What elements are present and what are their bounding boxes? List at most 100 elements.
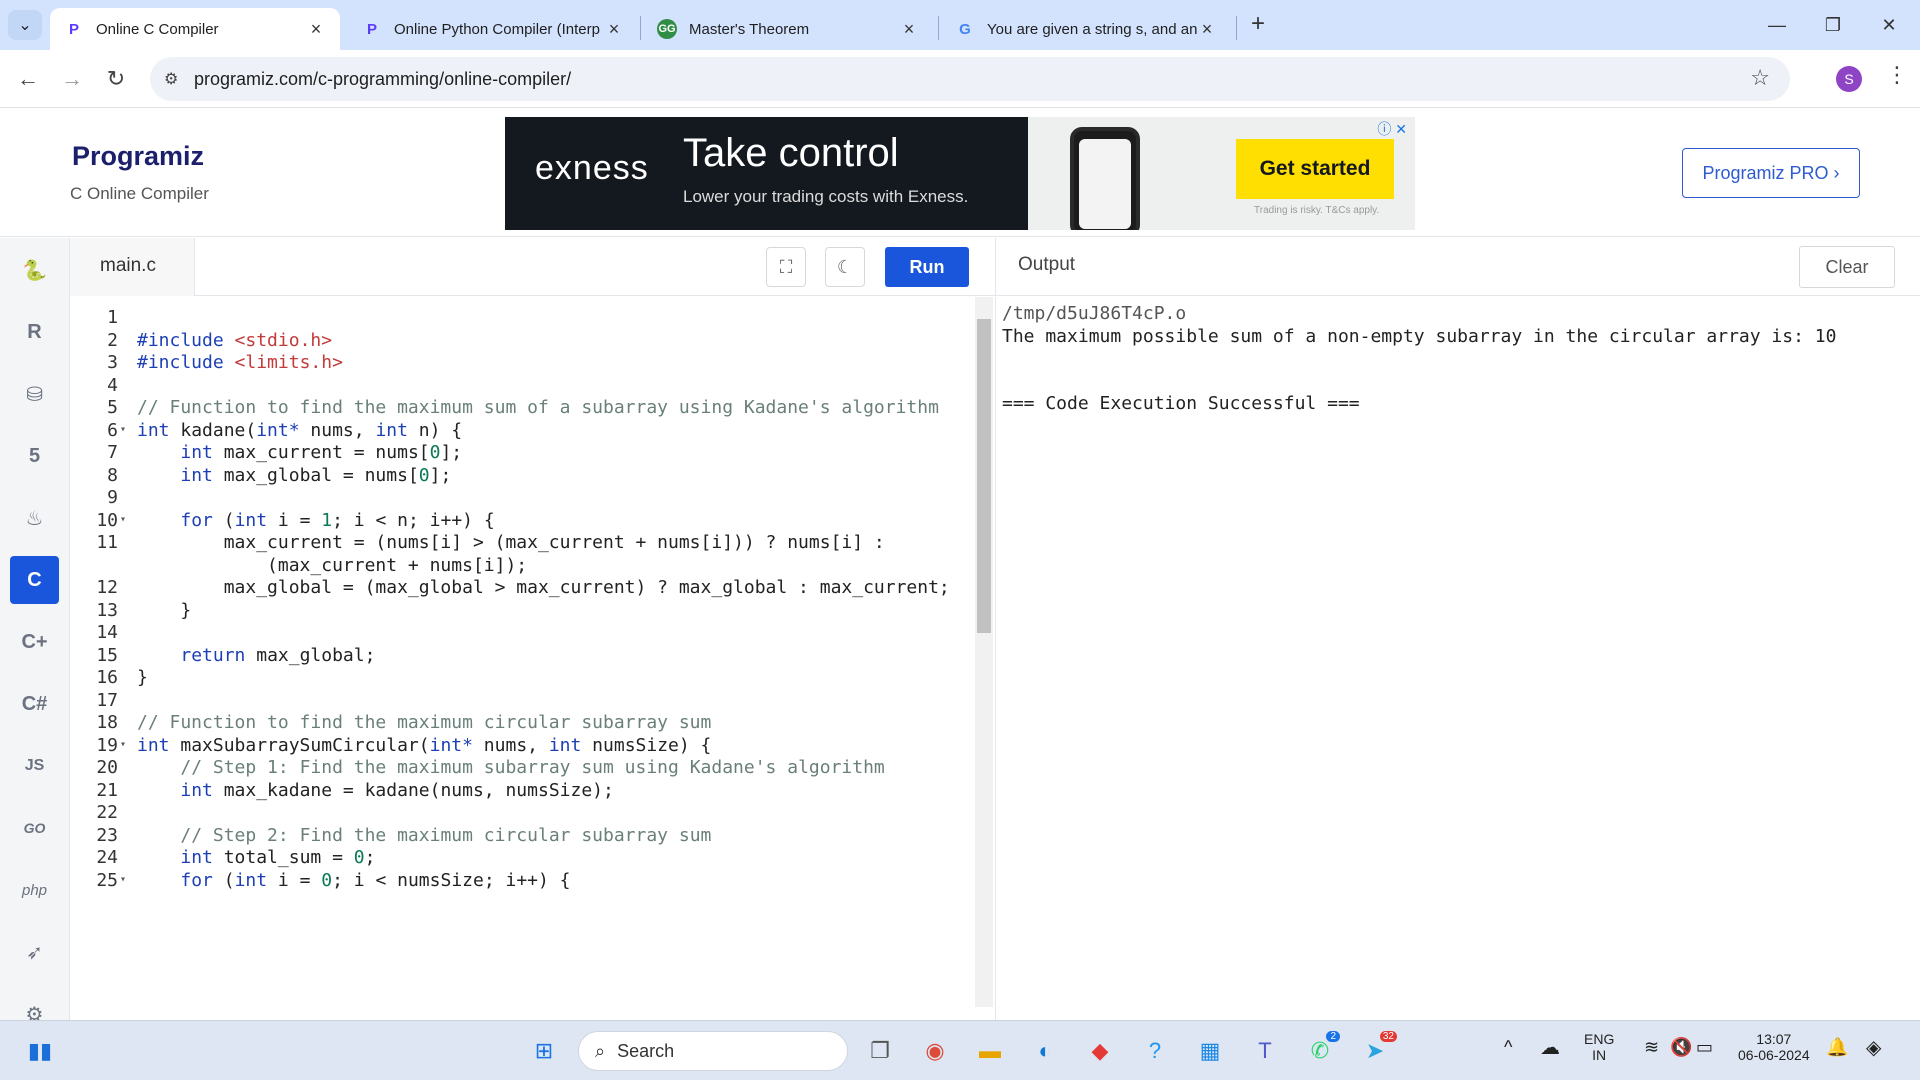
back-button[interactable]: ← — [12, 63, 44, 95]
c-icon[interactable]: C — [10, 556, 59, 604]
r-icon[interactable]: R — [10, 308, 59, 356]
close-tab-icon[interactable]: × — [306, 19, 326, 40]
anydesk-icon[interactable]: ◆ — [1080, 1031, 1120, 1071]
mute-icon[interactable]: 🔇 — [1670, 1037, 1692, 1058]
code-line[interactable]: for (int i = 0; i < numsSize; i++) { — [137, 870, 570, 891]
code-line[interactable]: for (int i = 1; i < n; i++) { — [137, 510, 494, 531]
code-line[interactable]: // Function to find the maximum sum of a… — [137, 397, 939, 418]
code-line[interactable]: int maxSubarraySumCircular(int* nums, in… — [137, 735, 711, 756]
code-line[interactable]: int kadane(int* nums, int n) { — [137, 420, 462, 441]
fold-arrow-icon[interactable]: ▾ — [120, 424, 126, 435]
url-text[interactable]: programiz.com/c-programming/online-compi… — [194, 69, 571, 90]
line-number: 24 — [96, 847, 118, 868]
scrollbar-thumb[interactable] — [977, 319, 991, 633]
code-line[interactable]: max_current = (nums[i] > (max_current + … — [137, 532, 885, 553]
profile-avatar[interactable]: S — [1836, 66, 1862, 92]
csharp-icon[interactable]: C# — [10, 680, 59, 728]
telegram-icon[interactable]: ➤ 32 — [1355, 1031, 1397, 1071]
copilot-icon[interactable]: ◈ — [1866, 1035, 1881, 1060]
ad-choices-icon[interactable]: ⓘ ✕ — [1377, 119, 1407, 139]
task-view-icon[interactable]: ❐ — [860, 1031, 900, 1071]
code-line[interactable]: } — [137, 667, 148, 688]
fullscreen-icon[interactable]: ⛶ — [766, 247, 806, 287]
cpp-icon[interactable]: C+ — [10, 618, 59, 666]
fold-arrow-icon[interactable]: ▾ — [120, 739, 126, 750]
onedrive-icon[interactable]: ☁ — [1540, 1035, 1560, 1060]
dark-mode-toggle-icon[interactable]: ☾ — [825, 247, 865, 287]
file-explorer-icon[interactable]: ▬ — [970, 1031, 1010, 1071]
code-line[interactable]: int max_current = nums[0]; — [137, 442, 462, 463]
browser-menu-icon[interactable]: ⋮ — [1886, 62, 1908, 88]
restore-button[interactable]: ❐ — [1808, 10, 1858, 40]
editor-header: main.c ⛶ ☾ Run — [70, 238, 995, 296]
run-button[interactable]: Run — [885, 247, 969, 287]
fold-arrow-icon[interactable]: ▾ — [120, 874, 126, 885]
new-tab-button[interactable]: + — [1244, 10, 1272, 40]
minimize-button[interactable]: — — [1752, 10, 1802, 40]
reload-button[interactable]: ↻ — [100, 63, 132, 95]
fold-arrow-icon[interactable]: ▾ — [120, 514, 126, 525]
language-indicator[interactable]: ENG IN — [1584, 1031, 1614, 1063]
tab-masters-theorem[interactable]: GG Master's Theorem × — [643, 8, 933, 50]
chrome-icon[interactable]: ◉ — [915, 1031, 955, 1071]
notification-bell-icon[interactable]: 🔔 — [1826, 1037, 1848, 1058]
code-line[interactable]: #include <limits.h> — [137, 352, 343, 373]
close-tab-icon[interactable]: × — [1197, 19, 1217, 40]
forward-button[interactable]: → — [56, 63, 88, 95]
python-icon[interactable]: 🐍 — [10, 246, 59, 294]
code-line[interactable]: // Step 2: Find the maximum circular sub… — [137, 825, 711, 846]
file-tab-main-c[interactable]: main.c — [70, 238, 195, 296]
tab-online-python-compiler[interactable]: P Online Python Compiler (Interp × — [348, 8, 638, 50]
code-editor[interactable]: 1 2 #include <stdio.h> 3 #include <limits.h>… — [70, 297, 995, 1020]
output-console[interactable]: /tmp/d5uJ86T4cP.o The maximum possible su… — [995, 297, 1920, 1020]
battery-icon[interactable]: ▭ — [1696, 1037, 1713, 1058]
close-tab-icon[interactable]: × — [604, 19, 624, 40]
code-line[interactable]: max_global = (max_global > max_current) … — [137, 577, 950, 598]
wifi-icon[interactable]: ≋ — [1644, 1037, 1659, 1058]
show-hidden-icons-icon[interactable]: ^ — [1504, 1037, 1512, 1058]
programiz-pro-button[interactable]: Programiz PRO › — [1682, 148, 1860, 198]
whatsapp-icon[interactable]: ✆ 2 — [1300, 1031, 1340, 1071]
php-icon[interactable]: php — [10, 866, 59, 914]
tab-online-c-compiler[interactable]: P Online C Compiler × — [50, 8, 340, 50]
edge-icon[interactable]: ◐ — [1025, 1031, 1065, 1071]
line-number: 3 — [107, 352, 118, 373]
close-window-button[interactable]: ✕ — [1864, 10, 1914, 40]
code-line[interactable]: } — [137, 600, 191, 621]
programiz-icon: P — [366, 20, 377, 38]
java-icon[interactable]: ♨ — [10, 494, 59, 542]
line-number: 18 — [96, 712, 118, 733]
address-bar[interactable]: ⚙ programiz.com/c-programming/online-com… — [150, 57, 1790, 101]
start-menu-icon[interactable]: ⊞ — [524, 1031, 564, 1071]
advertisement-banner[interactable]: exness Take control Lower your trading c… — [505, 117, 1415, 230]
code-line[interactable]: // Step 1: Find the maximum subarray sum… — [137, 757, 884, 778]
html-icon[interactable]: 5 — [10, 432, 59, 480]
code-line[interactable]: // Function to find the maximum circular… — [137, 712, 711, 733]
tab-google-search[interactable]: G You are given a string s, and an × — [941, 8, 1231, 50]
bookmark-star-icon[interactable]: ☆ — [1750, 65, 1770, 91]
site-info-icon[interactable]: ⚙ — [164, 69, 194, 89]
swift-icon[interactable]: ➶ — [10, 928, 59, 976]
widgets-icon[interactable]: ▮▮ — [20, 1031, 60, 1071]
programiz-logo[interactable]: Programiz — [72, 141, 204, 172]
editor-scrollbar[interactable] — [975, 297, 993, 1007]
js-icon[interactable]: JS — [10, 742, 59, 790]
go-icon[interactable]: GO — [10, 804, 59, 852]
code-line[interactable]: #include <stdio.h> — [137, 330, 332, 351]
code-line[interactable]: int max_kadane = kadane(nums, numsSize); — [137, 780, 613, 801]
code-line[interactable]: int total_sum = 0; — [137, 847, 375, 868]
clear-button[interactable]: Clear — [1799, 246, 1895, 288]
rust-icon[interactable]: ⚙ — [10, 990, 59, 1021]
help-icon[interactable]: ? — [1135, 1031, 1175, 1071]
clock[interactable]: 13:07 06-06-2024 — [1738, 1031, 1810, 1063]
taskbar-search[interactable]: ⌕ Search — [578, 1031, 848, 1071]
sql-icon[interactable]: ⛁ — [10, 370, 59, 418]
code-line[interactable]: return max_global; — [137, 645, 375, 666]
close-tab-icon[interactable]: × — [899, 19, 919, 40]
store-icon[interactable]: ▦ — [1190, 1031, 1230, 1071]
code-line[interactable]: int max_global = nums[0]; — [137, 465, 451, 486]
ad-cta-button[interactable]: Get started — [1236, 139, 1394, 199]
code-line[interactable]: (max_current + nums[i]); — [137, 555, 527, 576]
teams-icon[interactable]: T — [1245, 1031, 1285, 1071]
tab-search-button[interactable]: ⌄ — [8, 10, 42, 40]
